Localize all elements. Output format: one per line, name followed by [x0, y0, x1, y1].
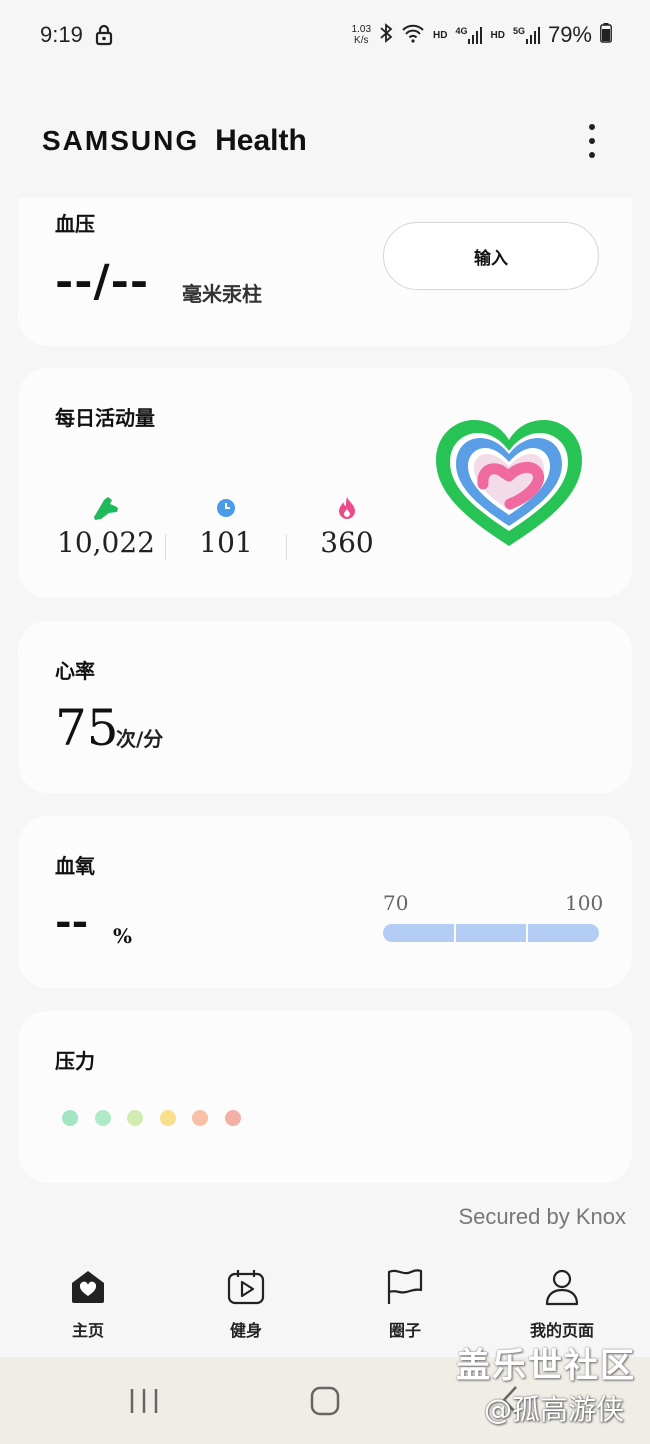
active-minutes-stat: 101: [171, 494, 281, 559]
nav-my-page[interactable]: 我的页面: [502, 1267, 622, 1341]
nav-home[interactable]: 主页: [28, 1267, 148, 1341]
app-logo: SAMSUNG Health: [42, 124, 307, 158]
nav-fitness-label: 健身: [229, 1321, 262, 1340]
battery-percent: 79%: [547, 22, 592, 47]
steps-value: 10,022: [57, 526, 155, 559]
blood-oxygen-title: 血氧: [55, 854, 95, 878]
battery-icon: [600, 22, 612, 48]
blood-oxygen-value: --: [55, 898, 89, 945]
stress-level-dot: [62, 1110, 78, 1126]
watermark-author: @孤高游侠: [484, 1393, 625, 1426]
watermark-community: 盖乐世社区: [456, 1346, 636, 1386]
more-options-button[interactable]: [580, 124, 604, 158]
brand-health: Health: [215, 124, 307, 157]
daily-activity-card[interactable]: 每日活动量 10,022 101 360: [18, 368, 632, 598]
status-icons: 1.03 K/s HD 4G HD 5G 79%: [352, 22, 612, 48]
status-bar: 9:19 1.03 K/s HD 4G HD 5G 79%: [0, 0, 650, 75]
nav-fitness[interactable]: 健身: [186, 1267, 306, 1341]
heart-rate-unit: 次/分: [116, 727, 164, 751]
bluetooth-icon: [379, 22, 393, 48]
flag-icon: [345, 1267, 465, 1307]
stress-level-dots: [62, 1110, 241, 1126]
wifi-icon: [401, 23, 425, 48]
stress-level-dot: [94, 1110, 111, 1126]
stat-divider: [286, 534, 287, 560]
brand-samsung: SAMSUNG: [42, 125, 200, 156]
oxygen-range-segment: [455, 924, 527, 942]
shoe-icon: [51, 494, 161, 522]
clock-icon: [171, 494, 281, 522]
signal-4g-label: 4G: [455, 26, 468, 36]
steps-stat: 10,022: [51, 494, 161, 559]
daily-activity-title: 每日活动量: [55, 406, 155, 430]
stress-level-dot: [192, 1110, 208, 1126]
hd-badge-2: HD: [490, 29, 505, 41]
home-icon: [28, 1267, 148, 1307]
stress-title: 压力: [55, 1049, 95, 1073]
stress-level-dot: [224, 1110, 241, 1126]
oxygen-range-max: 100: [565, 891, 604, 915]
more-dot-icon: [589, 124, 595, 130]
nav-home-label: 主页: [71, 1321, 104, 1340]
blood-oxygen-card[interactable]: 血氧 -- % 70 100: [18, 816, 632, 988]
heart-rate-value: 75: [55, 699, 119, 757]
activity-rings-heart-icon: [428, 414, 590, 558]
oxygen-range-segment: [528, 924, 600, 942]
stat-divider: [165, 534, 166, 560]
recent-apps-button[interactable]: [128, 1387, 160, 1419]
signal-5g-label: 5G: [512, 26, 525, 36]
stress-level-dot: [159, 1110, 176, 1126]
status-time: 9:19: [40, 22, 83, 47]
nav-together-label: 圈子: [388, 1321, 421, 1340]
more-dot-icon: [589, 138, 595, 144]
person-icon: [502, 1267, 622, 1307]
calories-stat: 360: [292, 494, 402, 559]
signal-4g-icon: 4G: [455, 26, 483, 44]
stress-card[interactable]: 压力: [18, 1011, 632, 1183]
app-bar: SAMSUNG Health: [0, 110, 650, 170]
blood-pressure-unit: 毫米汞柱: [182, 282, 262, 306]
blood-pressure-value: --/--: [55, 256, 150, 307]
calories-value: 360: [320, 526, 374, 559]
more-dot-icon: [589, 152, 595, 158]
nav-together[interactable]: 圈子: [345, 1267, 465, 1341]
blood-pressure-card[interactable]: 血压 --/-- 毫米汞柱 输入: [18, 198, 632, 346]
knox-label: Secured by Knox: [458, 1204, 626, 1229]
active-minutes-value: 101: [199, 526, 253, 559]
blood-pressure-input-button[interactable]: 输入: [383, 222, 599, 290]
hd-badge: HD: [433, 29, 448, 41]
oxygen-range-segment: [383, 924, 454, 942]
heart-rate-title: 心率: [55, 659, 95, 683]
blood-pressure-title: 血压: [55, 212, 95, 236]
heart-rate-card[interactable]: 心率 75 次/分: [18, 621, 632, 793]
net-speed: 1.03 K/s: [352, 24, 371, 46]
flame-icon: [292, 494, 402, 522]
fitness-play-icon: [186, 1267, 306, 1307]
oxygen-range-bar: [383, 924, 600, 942]
home-system-button[interactable]: [310, 1386, 340, 1420]
stress-level-dot: [127, 1110, 143, 1126]
net-speed-value: 1.03: [351, 24, 372, 35]
oxygen-range-min: 70: [383, 891, 409, 915]
signal-5g-icon: 5G: [513, 26, 540, 44]
net-speed-unit: K/s: [354, 35, 369, 46]
blood-oxygen-unit: %: [113, 924, 133, 948]
lock-icon: [95, 24, 113, 50]
